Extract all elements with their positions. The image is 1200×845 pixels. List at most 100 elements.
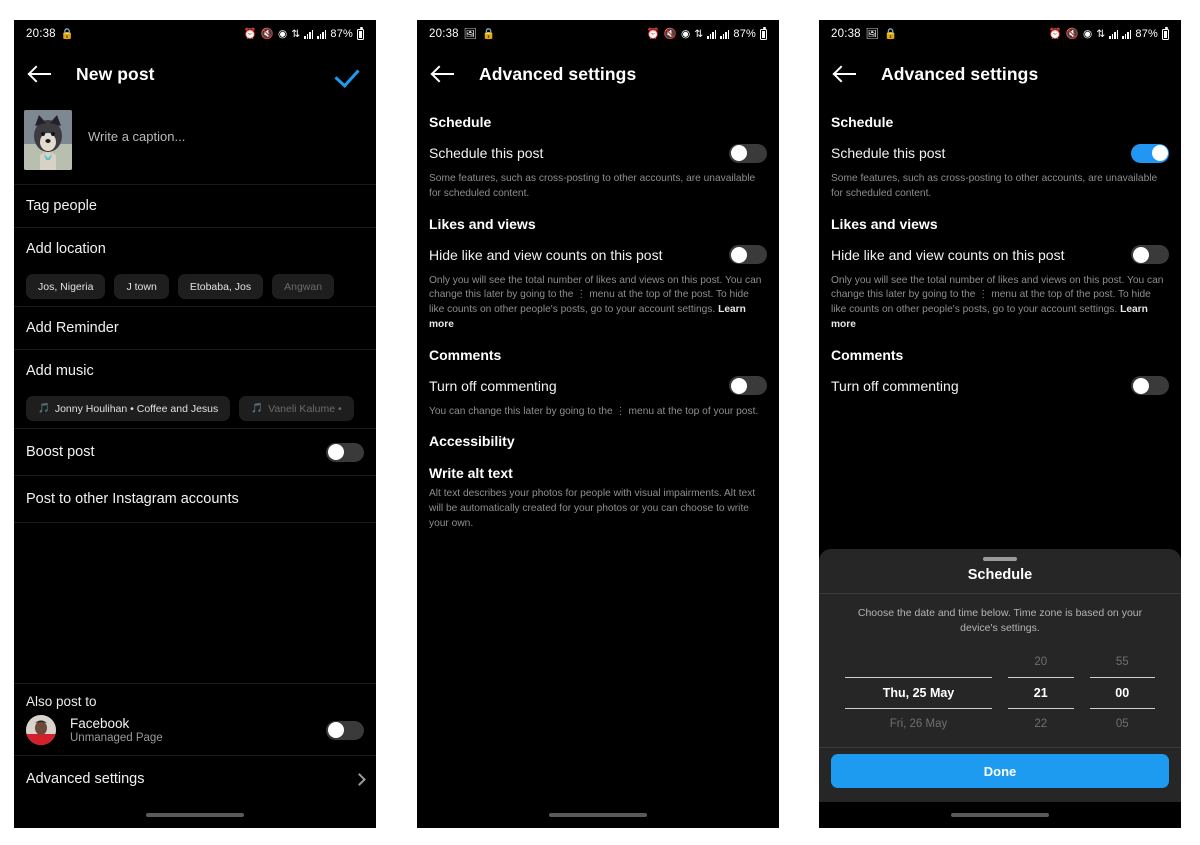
screenshot-stage: 20:38 🔒 ⏰ 🔇 ◉ ⇅ 87% New post Write a cap… [0, 0, 1200, 845]
row-advanced-settings[interactable]: Advanced settings [14, 756, 376, 802]
music-chip-strip[interactable]: 🎵 Jonny Houlihan • Coffee and Jesus 🎵 Va… [14, 392, 376, 428]
picker-item-selected[interactable]: Thu, 25 May [837, 678, 1000, 708]
picker-item-below[interactable]: Fri, 26 May [837, 709, 1000, 739]
section-heading-schedule: Schedule [429, 114, 492, 130]
location-chip-strip[interactable]: Jos, Nigeria J town Etobaba, Jos Angwan [14, 270, 376, 306]
turn-off-commenting-toggle[interactable] [729, 376, 767, 396]
picker-column-hour[interactable]: 20 21 22 [1000, 647, 1082, 739]
lock-icon: 🔒 [60, 27, 75, 40]
app-bar: Advanced settings [819, 48, 1181, 100]
back-arrow-icon[interactable] [28, 61, 54, 87]
location-chip[interactable]: Angwan [272, 274, 335, 299]
row-label: Advanced settings [26, 771, 145, 787]
divider [819, 747, 1181, 748]
done-button[interactable]: Done [831, 754, 1169, 788]
page-title: New post [76, 63, 155, 84]
row-add-music[interactable]: Add music [14, 350, 376, 392]
row-label: Turn off commenting [429, 377, 557, 394]
music-chip-label: Vaneli Kalume • [268, 402, 342, 415]
picker-item-selected[interactable]: 00 [1082, 678, 1164, 708]
schedule-post-toggle[interactable] [1131, 143, 1169, 163]
status-bar-left: 20:38 🔒 [26, 28, 74, 40]
row-add-reminder[interactable]: Add Reminder [14, 307, 376, 349]
home-pill[interactable] [549, 813, 647, 817]
status-bar-right: ⏰ 🔇 ◉ ⇅ 87% [243, 26, 364, 40]
schedule-description: Some features, such as cross-posting to … [831, 173, 1158, 199]
write-alt-text-heading[interactable]: Write alt text [417, 455, 779, 485]
picker-column-date[interactable]: Thu, 25 May Fri, 26 May [837, 647, 1000, 739]
checkmark-icon[interactable] [336, 61, 362, 87]
signal2-icon [317, 29, 327, 39]
row-turn-off-commenting[interactable]: Turn off commenting [417, 369, 779, 403]
nav-bar [819, 802, 1181, 828]
datetime-picker[interactable]: Thu, 25 May Fri, 26 May 20 21 22 55 00 0… [819, 645, 1181, 747]
schedule-description: Some features, such as cross-posting to … [429, 173, 756, 199]
row-schedule-this-post[interactable]: Schedule this post [819, 136, 1181, 170]
signal2-icon [1122, 29, 1132, 39]
row-label: Hide like and view counts on this post [429, 246, 663, 263]
row-turn-off-commenting[interactable]: Turn off commenting [819, 369, 1181, 403]
row-add-location[interactable]: Add location [14, 228, 376, 270]
picker-item-above[interactable]: 20 [1000, 647, 1082, 677]
back-arrow-icon[interactable] [431, 61, 457, 87]
location-chip[interactable]: J town [114, 274, 169, 299]
turn-off-commenting-toggle[interactable] [1131, 376, 1169, 396]
section-heading-comments: Comments [831, 346, 904, 363]
mute-icon: 🔇 [663, 27, 677, 40]
facebook-row[interactable]: Facebook Unmanaged Page [14, 713, 376, 755]
row-label: Schedule this post [831, 145, 946, 161]
location-chip[interactable]: Etobaba, Jos [177, 274, 264, 299]
picker-column-minute[interactable]: 55 00 05 [1082, 647, 1164, 739]
caption-placeholder[interactable]: Write a caption... [88, 129, 185, 144]
battery-icon [1162, 26, 1169, 40]
section-heading-likes-views: Likes and views [831, 215, 938, 232]
status-bar-left: 20:38 🖼 🔒 [429, 28, 496, 40]
battery-icon [357, 26, 364, 40]
row-label: Add Reminder [26, 320, 119, 336]
section-heading-accessibility: Accessibility [429, 433, 515, 450]
row-label: Schedule this post [429, 145, 544, 161]
home-pill[interactable] [146, 813, 244, 817]
phone-panel-advanced-settings: 20:38 🖼 🔒 ⏰ 🔇 ◉ ⇅ 87% Advanced settings … [417, 20, 779, 828]
signal2-icon [720, 29, 730, 39]
music-chip[interactable]: 🎵 Vaneli Kalume • [239, 396, 354, 421]
facebook-subtitle: Unmanaged Page [70, 732, 163, 744]
status-bar: 20:38 🖼 🔒 ⏰ 🔇 ◉ ⇅ 87% [819, 20, 1181, 48]
picker-item-below[interactable]: 22 [1000, 709, 1082, 739]
hide-like-counts-toggle[interactable] [729, 245, 767, 265]
schedule-post-toggle[interactable] [729, 143, 767, 163]
chevron-right-icon [353, 772, 366, 786]
post-thumbnail[interactable] [24, 110, 72, 170]
home-pill[interactable] [951, 813, 1049, 817]
row-label: Boost post [26, 444, 95, 460]
mute-icon: 🔇 [1065, 27, 1079, 40]
phone-panel-schedule-sheet: 20:38 🖼 🔒 ⏰ 🔇 ◉ ⇅ 87% Advanced settings … [819, 20, 1181, 828]
alarm-icon: ⏰ [646, 27, 660, 40]
wifi-icon: ⇅ [694, 27, 704, 40]
signal-icon [1109, 29, 1119, 39]
facebook-toggle[interactable] [326, 720, 364, 740]
row-boost-post[interactable]: Boost post [14, 429, 376, 475]
back-arrow-icon[interactable] [833, 61, 859, 87]
section-heading-schedule: Schedule [831, 114, 894, 130]
row-hide-like-counts[interactable]: Hide like and view counts on this post [819, 238, 1181, 272]
picker-item-below[interactable]: 05 [1082, 709, 1164, 739]
alt-text-description: Alt text describes your photos for peopl… [429, 488, 756, 530]
row-schedule-this-post[interactable]: Schedule this post [417, 136, 779, 170]
picker-item-above[interactable]: 55 [1082, 647, 1164, 677]
status-bar: 20:38 🖼 🔒 ⏰ 🔇 ◉ ⇅ 87% [417, 20, 779, 48]
sheet-description: Choose the date and time below. Time zon… [857, 606, 1143, 635]
row-label: Tag people [26, 198, 97, 214]
lock-icon: 🔒 [482, 27, 496, 40]
picker-item-above[interactable] [837, 647, 1000, 677]
picker-item-selected[interactable]: 21 [1000, 678, 1082, 708]
boost-post-toggle[interactable] [326, 442, 364, 462]
row-hide-like-counts[interactable]: Hide like and view counts on this post [417, 238, 779, 272]
location-chip[interactable]: Jos, Nigeria [26, 274, 106, 299]
caption-row[interactable]: Write a caption... [14, 100, 376, 184]
row-tag-people[interactable]: Tag people [14, 185, 376, 227]
row-post-other-accounts[interactable]: Post to other Instagram accounts [14, 476, 376, 522]
lock-icon: 🔒 [884, 27, 898, 40]
music-chip[interactable]: 🎵 Jonny Houlihan • Coffee and Jesus [26, 396, 231, 421]
hide-like-counts-toggle[interactable] [1131, 245, 1169, 265]
